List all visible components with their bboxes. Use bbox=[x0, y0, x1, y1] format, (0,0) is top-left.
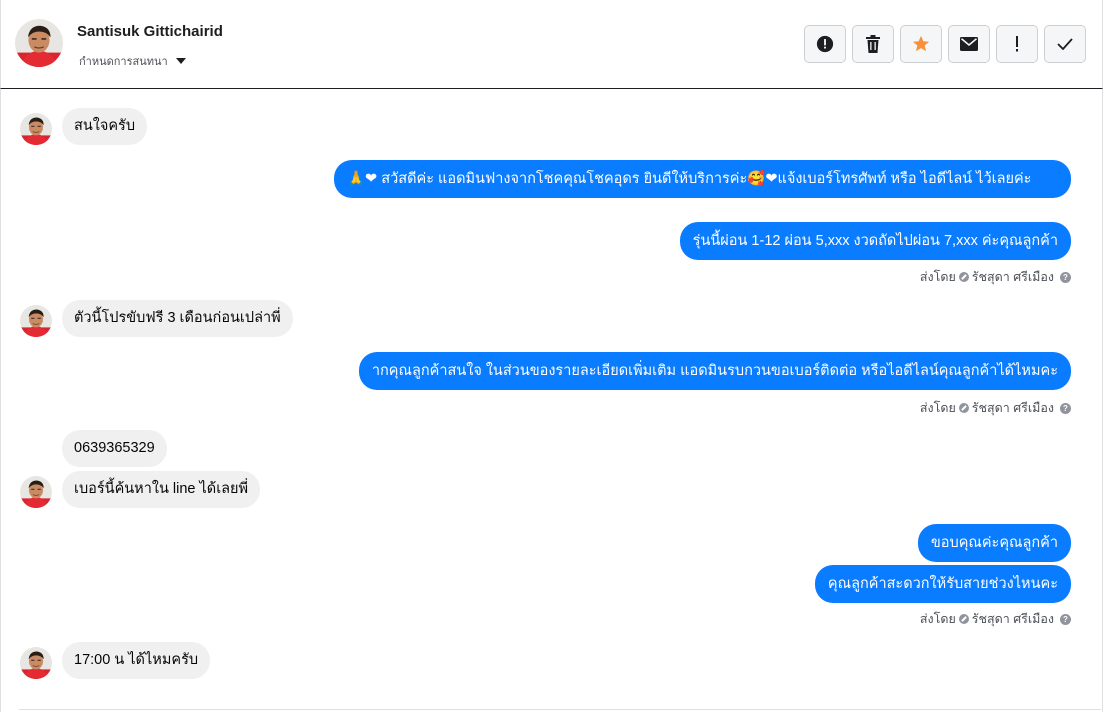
check-icon bbox=[1057, 38, 1073, 50]
verified-icon bbox=[958, 272, 969, 282]
envelope-icon bbox=[960, 37, 978, 51]
conversation-header: Santisuk Gittichairid กำหนดการสนทนา bbox=[0, 0, 1103, 89]
message-thread[interactable]: สนใจครับ 🙏❤ สวัสดีค่ะ แอดมินฟางจากโชคคุณ… bbox=[0, 89, 1103, 712]
conversation-setting-label: กำหนดการสนทนา bbox=[79, 56, 168, 68]
sent-by-label: ส่งโดย bbox=[919, 401, 956, 415]
trash-icon bbox=[866, 35, 880, 53]
conversation-setting-dropdown[interactable]: กำหนดการสนทนา bbox=[79, 52, 186, 70]
star-button[interactable] bbox=[900, 25, 942, 63]
delete-button[interactable] bbox=[852, 25, 894, 63]
sent-by-label: ส่งโดย bbox=[919, 612, 956, 626]
mark-unread-button[interactable] bbox=[948, 25, 990, 63]
verified-icon bbox=[958, 614, 969, 624]
sender-avatar[interactable] bbox=[20, 647, 52, 679]
conversation-toolbar bbox=[804, 25, 1086, 63]
sender-avatar[interactable] bbox=[20, 113, 52, 145]
sender-avatar[interactable] bbox=[20, 305, 52, 337]
spam-button[interactable] bbox=[804, 25, 846, 63]
verified-icon bbox=[958, 403, 969, 413]
sent-by-name[interactable]: รัชสุดา ศรีเมือง bbox=[972, 609, 1054, 629]
caret-down-icon bbox=[175, 58, 186, 64]
outgoing-message[interactable]: ขอบคุณค่ะคุณลูกค้า bbox=[917, 524, 1071, 562]
info-icon[interactable]: ? bbox=[1060, 271, 1071, 283]
emoji-pray-heart: 🙏❤ bbox=[347, 171, 378, 187]
important-button[interactable] bbox=[996, 25, 1038, 63]
exclamation-icon bbox=[1016, 36, 1018, 52]
incoming-message[interactable]: 17:00 น ได้ไหมครับ bbox=[62, 642, 211, 679]
info-icon[interactable]: ? bbox=[1060, 402, 1071, 414]
outgoing-message[interactable]: ากคุณลูกค้าสนใจ ในส่วนของรายละเอียดเพิ่ม… bbox=[358, 352, 1071, 390]
alert-circle-icon bbox=[816, 35, 834, 53]
contact-name[interactable]: Santisuk Gittichairid bbox=[77, 23, 223, 40]
outgoing-message[interactable]: คุณลูกค้าสะดวกให้รับสายช่วงไหนคะ bbox=[814, 565, 1071, 603]
sent-by-info: ส่งโดย รัชสุดา ศรีเมือง ? bbox=[920, 267, 1071, 287]
incoming-message[interactable]: 0639365329 bbox=[62, 430, 167, 467]
message-text: สวัสดีค่ะ แอดมินฟางจากโชคคุณโชคอุดร ยินด… bbox=[377, 171, 748, 187]
sent-by-label: ส่งโดย bbox=[919, 270, 956, 284]
sent-by-name[interactable]: รัชสุดา ศรีเมือง bbox=[972, 398, 1054, 418]
sent-by-name[interactable]: รัชสุดา ศรีเมือง bbox=[972, 267, 1054, 287]
sender-avatar[interactable] bbox=[20, 476, 52, 508]
incoming-message[interactable]: เบอร์นี้ค้นหาใน line ได้เลยพี่ bbox=[62, 471, 261, 508]
info-icon[interactable]: ? bbox=[1060, 613, 1071, 625]
contact-avatar[interactable] bbox=[15, 19, 63, 67]
done-button[interactable] bbox=[1044, 25, 1086, 63]
message-text: แจ้งเบอร์โทรศัพท์ หรือ ไอดีไลน์ ไว้เลยค่… bbox=[777, 171, 1032, 187]
sent-by-info: ส่งโดย รัชสุดา ศรีเมือง ? bbox=[920, 398, 1071, 418]
star-icon bbox=[912, 35, 930, 52]
outgoing-message[interactable]: รุ่นนี้ผ่อน 1-12 ผ่อน 5,xxx งวดถัดไปผ่อน… bbox=[679, 222, 1071, 260]
sent-by-info: ส่งโดย รัชสุดา ศรีเมือง ? bbox=[920, 609, 1071, 629]
emoji-love-heart: 🥰❤ bbox=[747, 171, 778, 187]
incoming-message[interactable]: สนใจครับ bbox=[62, 108, 148, 145]
incoming-message[interactable]: ตัวนี้โปรขับฟรี 3 เดือนก่อนเปล่าพี่ bbox=[62, 300, 293, 337]
composer-divider bbox=[19, 709, 1101, 710]
outgoing-message[interactable]: 🙏❤ สวัสดีค่ะ แอดมินฟางจากโชคคุณโชคอุดร ย… bbox=[334, 160, 1071, 198]
